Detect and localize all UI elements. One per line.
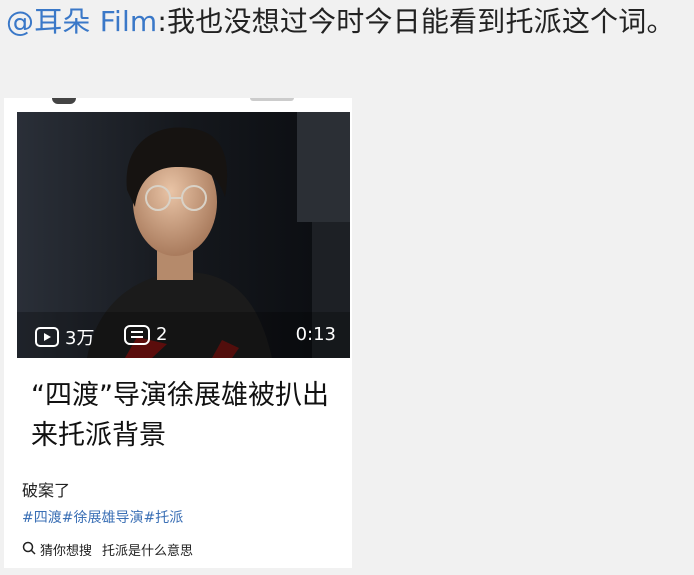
user-mention[interactable]: @耳朵 Film bbox=[6, 5, 157, 38]
search-suggestion[interactable]: 猜你想搜 托派是什么意思 bbox=[22, 540, 193, 559]
video-duration: 0:13 bbox=[295, 324, 336, 345]
comment-icon bbox=[124, 324, 150, 345]
search-suggestion-text[interactable]: 托派是什么意思 bbox=[102, 540, 193, 559]
views-count: 3万 bbox=[35, 324, 94, 350]
shared-card[interactable]: 3万 2 0:13 “四渡”导演徐展雄被扒出来托派背景 破案了 #四渡#徐展雄导… bbox=[4, 98, 352, 568]
play-icon bbox=[35, 327, 59, 347]
post-body: :我也没想过今时今日能看到托派这个词。 bbox=[157, 5, 675, 38]
video-meta: 3万 2 0:13 bbox=[17, 322, 350, 352]
hashtag[interactable]: #托派 bbox=[143, 510, 183, 526]
post-caption: 破案了 bbox=[22, 481, 71, 500]
hashtag-row: #四渡#徐展雄导演#托派 bbox=[22, 507, 183, 527]
search-icon bbox=[22, 541, 36, 559]
post-text: @耳朵 Film:我也没想过今时今日能看到托派这个词。 bbox=[6, 2, 690, 42]
hashtag[interactable]: #四渡 bbox=[22, 510, 62, 526]
video-title[interactable]: “四渡”导演徐展雄被扒出来托派背景 bbox=[31, 376, 341, 456]
hashtag[interactable]: #徐展雄导演 bbox=[62, 510, 144, 526]
video-card[interactable]: 3万 2 0:13 “四渡”导演徐展雄被扒出来托派背景 bbox=[17, 112, 350, 457]
cropped-avatar bbox=[52, 98, 76, 104]
search-prefix: 猜你想搜 bbox=[40, 544, 93, 559]
cropped-divider bbox=[250, 98, 294, 101]
comments-count: 2 bbox=[124, 324, 167, 345]
video-thumbnail[interactable]: 3万 2 0:13 bbox=[17, 112, 350, 358]
